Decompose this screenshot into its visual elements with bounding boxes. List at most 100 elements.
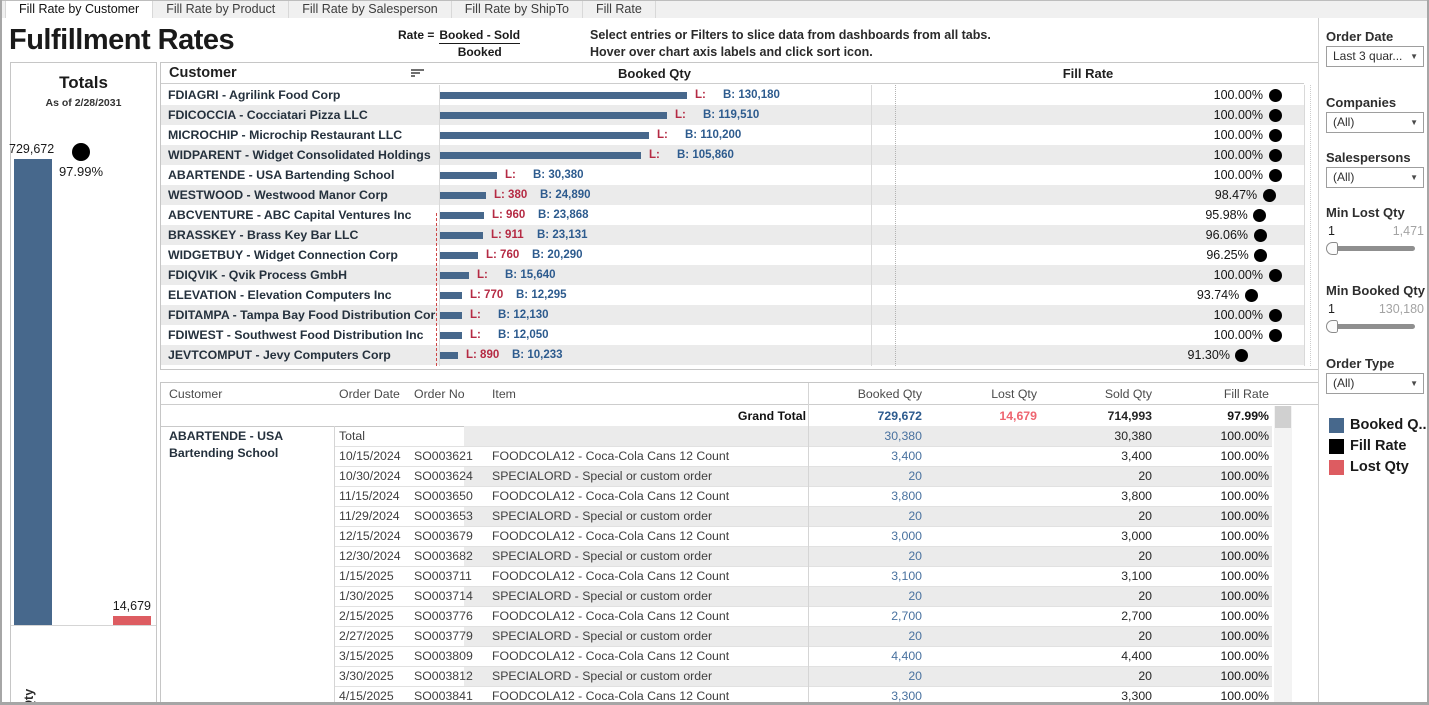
booked-qty-label: B: 30,380: [533, 165, 584, 185]
customer-row[interactable]: WIDGETBUY - Widget Connection CorpL: 760…: [161, 245, 1304, 265]
sort-icon[interactable]: [411, 69, 425, 79]
fill-rate-axis-header[interactable]: Fill Rate: [872, 66, 1304, 81]
companies-dropdown[interactable]: (All)▼: [1326, 112, 1424, 133]
booked-qty-bar[interactable]: [439, 332, 462, 339]
totals-lost-bar[interactable]: [113, 616, 151, 625]
totals-axis-lost-qty[interactable]: Lost Qty: [122, 631, 136, 705]
fill-rate-value: 100.00%: [1214, 85, 1263, 105]
customer-row[interactable]: BRASSKEY - Brass Key Bar LLCL: 911B: 23,…: [161, 225, 1304, 245]
sold-qty-cell: 3,800: [1052, 486, 1152, 506]
min-lost-qty-filter-label: Min Lost Qty: [1326, 205, 1405, 220]
customer-row[interactable]: ABARTENDE - USA Bartending SchoolL:B: 30…: [161, 165, 1304, 185]
customer-row[interactable]: FDITAMPA - Tampa Bay Food Distribution C…: [161, 305, 1304, 325]
order-date-dropdown[interactable]: Last 3 quar...▼: [1326, 46, 1424, 67]
booked-qty-bar[interactable]: [439, 112, 667, 119]
customer-row[interactable]: ELEVATION - Elevation Computers IncL: 77…: [161, 285, 1304, 305]
booked-qty-cell: 20: [822, 546, 922, 566]
booked-qty-axis-header[interactable]: Booked Qty: [439, 66, 870, 81]
customer-row[interactable]: WESTWOOD - Westwood Manor CorpL: 380B: 2…: [161, 185, 1304, 205]
lost-qty-label: L: 960: [492, 205, 525, 225]
dropdown-caret-icon: ▼: [1410, 168, 1418, 187]
booked-qty-bar[interactable]: [439, 312, 462, 319]
lost-qty-label: L: 760: [486, 245, 519, 265]
customer-row[interactable]: JEVTCOMPUT - Jevy Computers CorpL: 890B:…: [161, 345, 1304, 365]
customer-column-header[interactable]: Customer: [169, 65, 237, 81]
fill-rate-dot[interactable]: [1235, 349, 1248, 362]
order-type-dropdown[interactable]: (All)▼: [1326, 373, 1424, 394]
tab-fill-rate-by-product[interactable]: Fill Rate by Product: [153, 1, 289, 19]
customer-name: ELEVATION - Elevation Computers Inc: [168, 285, 436, 305]
fill-rate-dot[interactable]: [1245, 289, 1258, 302]
tab-fill-rate-by-salesperson[interactable]: Fill Rate by Salesperson: [289, 1, 451, 19]
detail-table-header-row: Customer Order Date Order No Item Booked…: [161, 383, 1319, 405]
legend-label: Booked Q...: [1350, 417, 1429, 433]
lost-qty-label: L: 911: [491, 225, 524, 245]
booked-qty-bar[interactable]: [439, 272, 469, 279]
table-scrollbar-track[interactable]: [1274, 406, 1292, 703]
booked-qty-bar[interactable]: [439, 232, 483, 239]
booked-qty-label: B: 105,860: [677, 145, 734, 165]
booked-qty-cell: 3,400: [822, 446, 922, 466]
salespersons-dropdown[interactable]: (All)▼: [1326, 167, 1424, 188]
totals-axis-fill-rate[interactable]: Fill Rate: [71, 631, 85, 705]
fill-rate-dot[interactable]: [1254, 249, 1267, 262]
customer-row[interactable]: FDIWEST - Southwest Food Distribution In…: [161, 325, 1304, 345]
lost-qty-label: L: 890: [466, 345, 499, 365]
min-lost-qty-slider-handle[interactable]: [1326, 242, 1338, 255]
dropdown-caret-icon: ▼: [1410, 374, 1418, 393]
fill-rate-dot[interactable]: [1269, 269, 1282, 282]
order-no-cell: SO003650: [414, 486, 490, 506]
fill-rate-dot[interactable]: [1269, 89, 1282, 102]
min-booked-qty-range: 1 130,180: [1328, 302, 1424, 316]
booked-qty-cell: 20: [822, 666, 922, 686]
min-lost-qty-range: 1 1,471: [1328, 224, 1424, 238]
customer-row[interactable]: WIDPARENT - Widget Consolidated Holdings…: [161, 145, 1304, 165]
fill-rate-dot[interactable]: [1269, 149, 1282, 162]
fill-rate-cell: 100.00%: [872, 325, 1304, 345]
tab-fill-rate[interactable]: Fill Rate: [583, 1, 656, 19]
totals-fill-rate-dot[interactable]: [72, 143, 90, 161]
fill-rate-dot[interactable]: [1269, 309, 1282, 322]
fill-rate-dot[interactable]: [1269, 109, 1282, 122]
customer-row[interactable]: ABCVENTURE - ABC Capital Ventures IncL: …: [161, 205, 1304, 225]
item-cell: FOODCOLA12 - Coca-Cola Cans 12 Count: [492, 446, 804, 466]
fill-rate-dot[interactable]: [1253, 209, 1266, 222]
fill-rate-dot[interactable]: [1254, 229, 1267, 242]
fill-rate-dot[interactable]: [1269, 169, 1282, 182]
min-booked-qty-slider[interactable]: [1328, 324, 1415, 329]
customer-row[interactable]: FDICOCCIA - Cocciatari Pizza LLCL:B: 119…: [161, 105, 1304, 125]
fill-rate-dot[interactable]: [1263, 189, 1276, 202]
customer-row[interactable]: FDIQVIK - Qvik Process GmbHL:B: 15,64010…: [161, 265, 1304, 285]
grand-total-row[interactable]: Grand Total 729,672 14,679 714,993 97.99…: [161, 406, 1319, 426]
booked-qty-bar[interactable]: [439, 292, 462, 299]
tab-fill-rate-by-shipto[interactable]: Fill Rate by ShipTo: [452, 1, 583, 19]
booked-qty-bar[interactable]: [439, 172, 497, 179]
booked-qty-bar[interactable]: [439, 152, 641, 159]
detail-table-panel: Customer Order Date Order No Item Booked…: [160, 382, 1320, 703]
table-scrollbar-thumb[interactable]: [1275, 406, 1291, 428]
min-booked-qty-slider-handle[interactable]: [1326, 320, 1338, 333]
row-gridline: [334, 606, 1272, 607]
customer-row[interactable]: MICROCHIP - Microchip Restaurant LLCL:B:…: [161, 125, 1304, 145]
fill-rate-dot[interactable]: [1269, 329, 1282, 342]
tab-fill-rate-by-customer[interactable]: Fill Rate by Customer: [5, 1, 153, 19]
min-lost-qty-slider[interactable]: [1328, 246, 1415, 251]
customer-row[interactable]: FDIAGRI - Agrilink Food CorpL:B: 130,180…: [161, 85, 1304, 105]
dropdown-caret-icon: ▼: [1410, 47, 1418, 66]
fill-rate-cell: 100.00%: [872, 125, 1304, 145]
totals-axis-booked-qty[interactable]: Booked Qty: [22, 631, 36, 705]
totals-booked-value: 729,672: [9, 142, 61, 156]
booked-qty-bar[interactable]: [439, 192, 486, 199]
order-date-cell: 1/30/2025: [339, 586, 411, 606]
total-sold: 30,380: [1052, 426, 1152, 446]
customer-chart-panel: Customer Booked Qty Fill Rate FDIAGRI - …: [160, 62, 1320, 370]
booked-qty-bar[interactable]: [439, 92, 687, 99]
booked-qty-cell: L: 960B: 23,868: [439, 205, 870, 225]
booked-qty-bar[interactable]: [439, 132, 649, 139]
booked-qty-bar[interactable]: [439, 352, 458, 359]
fill-rate-dot[interactable]: [1269, 129, 1282, 142]
totals-booked-bar[interactable]: [14, 159, 52, 625]
booked-qty-bar[interactable]: [439, 212, 484, 219]
fill-rate-value: 100.00%: [1214, 265, 1263, 285]
booked-qty-bar[interactable]: [439, 252, 478, 259]
